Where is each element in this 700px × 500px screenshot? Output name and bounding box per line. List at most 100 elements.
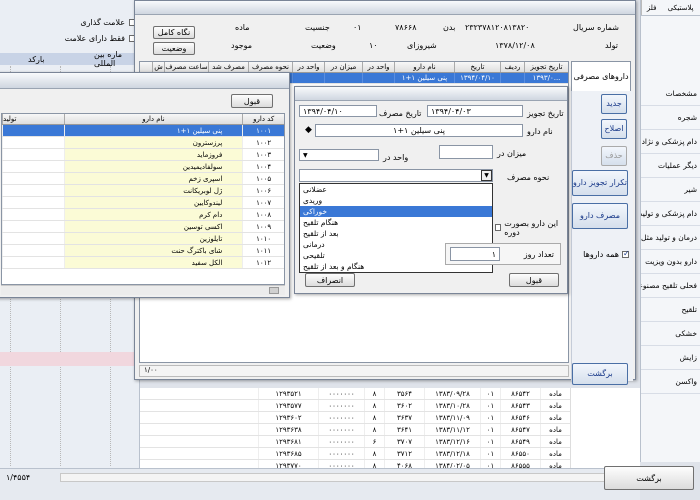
side-nav-item[interactable]: زایش [641, 346, 700, 370]
method-select[interactable]: ▼ [299, 169, 493, 182]
tab-consumed-drugs[interactable]: داروهای مصرفی [571, 61, 631, 91]
lookup-ok-button[interactable]: قبول [231, 94, 273, 108]
drug-name-cell: شای باکترگ حنت [63, 245, 243, 256]
side-nav-item[interactable]: دارو بدون ویزیت [641, 250, 700, 274]
amount-field[interactable] [439, 145, 493, 159]
new-button[interactable]: جدید [601, 94, 627, 114]
dropdown-option[interactable]: هنگام تلقیح [300, 217, 492, 228]
list-item[interactable]: ۱۰۱۱ شای باکترگ حنت [2, 245, 284, 257]
col-extra-header[interactable]: تولید [2, 114, 64, 124]
table-row[interactable]: ماده ۸۶۵۴۹ ۰۱ ۱۳۸۳/۱۲/۱۶ ۳۷۰۷ ۶ ۰۰۰۰۰۰۰ ۱۲۹۳۶۸۱ [140, 436, 570, 448]
course-option[interactable]: این دارو بصورت دوره [495, 219, 565, 237]
table-row[interactable]: ماده ۸۶۵۵۰ ۰۱ ۱۳۸۳/۱۲/۱۸ ۳۷۱۲ ۸ ۰۰۰۰۰۰۰ ۱۲۹۳۶۸۵ [140, 448, 570, 460]
side-nav-item[interactable]: دام پزشکی و نژاد [641, 130, 700, 154]
col-name-header[interactable]: نام دارو [63, 114, 243, 124]
table-row[interactable]: ماده ۸۶۵۴۶ ۰۱ ۱۳۸۳/۱۱/۰۹ ۳۶۳۷ ۸ ۰۰۰۰۰۰۰ ۱۲۹۳۶۰۲ [140, 412, 570, 424]
column-header[interactable]: تاریخ تجویز [524, 62, 568, 72]
list-item[interactable]: ۱۰۱۲ الکل سفید [2, 257, 284, 269]
column-header[interactable]: ردیف [500, 62, 524, 72]
dropdown-option[interactable]: بعد از تلقیح [300, 228, 492, 239]
ok-button[interactable]: قبول [509, 273, 559, 287]
side-nav-item[interactable]: فحلی تلقیح مصنوعی [641, 274, 700, 298]
tab-metal[interactable]: فلز [641, 0, 661, 15]
consume-date-field[interactable]: ۱۳۹۴/۰۴/۱۰ [299, 105, 377, 117]
table-cell: ۸۶۵۴۶ [500, 412, 540, 423]
table-cell: ۰۱ [480, 412, 500, 423]
unit-select[interactable]: ▼ [299, 149, 379, 161]
column-header[interactable]: نحوه مصرف [248, 62, 292, 72]
column-header[interactable]: واحد در [362, 62, 394, 72]
drug-extra-cell [2, 137, 64, 148]
list-item[interactable]: ۱۰۰۷ لیندوکایین [2, 197, 284, 209]
side-nav-item[interactable]: دام پزشکی و تولید [641, 202, 700, 226]
list-item[interactable]: ۱۰۰۳ فروزماید [2, 149, 284, 161]
column-header[interactable]: تاریخ [454, 62, 500, 72]
drug-extra-cell [2, 161, 64, 172]
dropdown-option[interactable]: وریدی [300, 195, 492, 206]
only-marked-option[interactable]: فقط دارای علامت [4, 32, 136, 45]
days-field[interactable]: ۱ [450, 247, 500, 261]
prescribe-date-field[interactable]: ۱۳۹۴/۰۴/۰۳ [427, 105, 523, 117]
column-header[interactable]: نام دارو [394, 62, 454, 72]
table-cell: ۰۱ [480, 436, 500, 447]
list-item[interactable]: ۱۰۰۱ پنی سیلین ۱+۱ [2, 125, 284, 137]
table-cell: ۰۰۰۰۰۰۰ [318, 400, 364, 411]
tab-plastic[interactable]: پلاستیکی [661, 0, 700, 15]
table-cell: ۱۲۹۳۶۸۵ [258, 448, 318, 459]
side-nav-item[interactable]: واکسن [641, 370, 700, 394]
view-full-button[interactable]: نگاه کامل [153, 26, 195, 39]
table-cell: ماده [540, 436, 570, 447]
drug-name-field[interactable]: پنی سیلین ۱+۱ [315, 124, 523, 137]
edit-button[interactable]: اصلاح [601, 119, 627, 139]
list-item[interactable]: ۱۰۰۲ پرزسترون [2, 137, 284, 149]
repeat-prescription-button[interactable]: تکرار تجویز دارو [572, 170, 628, 196]
side-nav-item[interactable]: خشکی [641, 322, 700, 346]
list-item[interactable]: ۱۰۰۵ اسپری زخم [2, 173, 284, 185]
table-row[interactable]: ماده ۸۶۵۴۷ ۰۱ ۱۳۸۳/۱۱/۱۲ ۳۶۴۱ ۸ ۰۰۰۰۰۰۰ ۱۲۹۳۶۳۸ [140, 424, 570, 436]
horizontal-scrollbar[interactable] [60, 473, 630, 482]
mark-option[interactable]: علامت گذاری [4, 16, 136, 29]
delete-button[interactable]: حذف [601, 146, 627, 166]
return-button[interactable]: برگشت [572, 363, 628, 385]
side-nav-item[interactable]: تلقیح [641, 298, 700, 322]
all-drugs-option[interactable]: همه داروها ✓ [573, 248, 630, 260]
lookup-horizontal-scrollbar[interactable] [1, 285, 285, 295]
column-header[interactable]: ش [152, 62, 164, 72]
column-header[interactable]: ساعت مصرف [164, 62, 208, 72]
table-cell: ۱۳۹۴/۰۴/۱۰ [454, 73, 500, 83]
table-cell: ۱۳۸۳/۱۱/۱۲ [424, 424, 480, 435]
table-cell: ۸ [364, 412, 384, 423]
drug-code-cell: ۱۰۱۰ [242, 233, 284, 244]
all-drugs-checkbox[interactable]: ✓ [622, 249, 630, 258]
scroll-thumb[interactable] [269, 287, 279, 294]
dropdown-option[interactable]: عضلانی [300, 184, 492, 195]
table-row[interactable]: ماده ۸۶۵۴۲ ۰۱ ۱۳۸۳/۰۹/۲۸ ۳۵۶۴ ۸ ۰۰۰۰۰۰۰ ۱۲۹۳۵۲۱ [140, 388, 570, 400]
side-nav-item[interactable]: درمان و تولید مثل [641, 226, 700, 250]
side-nav-item[interactable]: شیر [641, 178, 700, 202]
status-button[interactable]: وضعیت [153, 42, 195, 55]
dropdown-option[interactable]: خوراکی [300, 206, 492, 217]
column-header[interactable]: واحد در [292, 62, 324, 72]
unit-label: واحد در [383, 153, 409, 162]
return-button-bg[interactable]: برگشت [604, 466, 694, 490]
column-header[interactable]: مصرف شد [208, 62, 248, 72]
table-row[interactable]: ماده ۸۶۵۴۳ ۰۱ ۱۳۸۳/۱۰/۲۸ ۳۶۰۲ ۸ ۰۰۰۰۰۰۰ ۱۲۹۳۵۷۷ [140, 400, 570, 412]
cancel-button[interactable]: انصراف [305, 273, 355, 287]
chevron-down-icon[interactable]: ▼ [481, 170, 492, 181]
list-item[interactable]: ۱۰۰۹ اکسی توسین [2, 221, 284, 233]
drug-code-cell: ۱۰۱۲ [242, 257, 284, 268]
side-nav-item[interactable]: دیگر عملیات [641, 154, 700, 178]
side-nav-item[interactable]: مشخصات [641, 82, 700, 106]
list-item[interactable]: ۱۰۱۰ تایلوزین [2, 233, 284, 245]
column-header[interactable]: میزان در [324, 62, 362, 72]
drug-extra-cell [2, 221, 64, 232]
course-checkbox[interactable] [495, 224, 502, 231]
list-item[interactable]: ۱۰۰۴ سولفادیمیدین [2, 161, 284, 173]
consume-drug-button[interactable]: مصرف دارو [572, 203, 628, 229]
table-cell: ۳۷۰۷ [384, 436, 424, 447]
side-nav-item[interactable]: شجره [641, 106, 700, 130]
col-code-header[interactable]: کد دارو [242, 114, 284, 124]
table-cell: ۳۵۶۴ [384, 388, 424, 399]
list-item[interactable]: ۱۰۰۸ دام کرم [2, 209, 284, 221]
list-item[interactable]: ۱۰۰۶ ژل لوبریکانت [2, 185, 284, 197]
